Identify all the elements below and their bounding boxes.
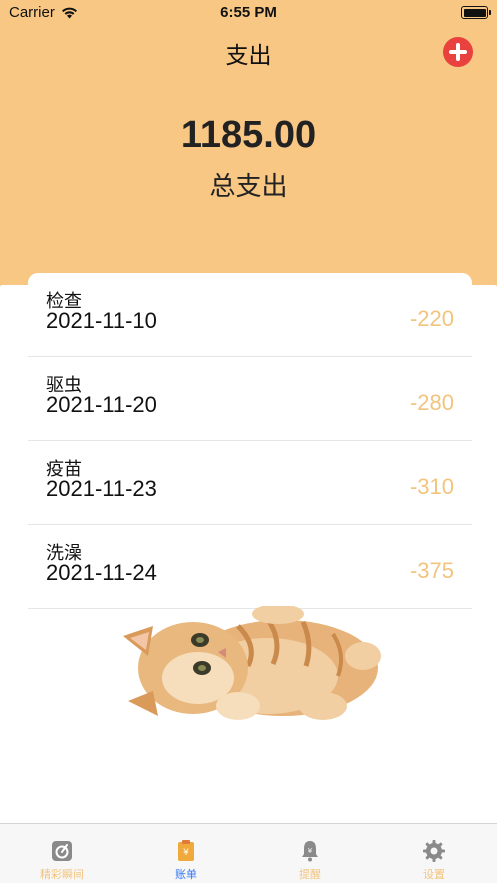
tab-bar: 精彩瞬间 ¥ 账单 ¥ 提醒 设置 [0,823,497,883]
tab-label: 账单 [175,868,197,881]
expense-date: 2021-11-10 [46,308,157,333]
total-expense-label: 总支出 [209,172,288,202]
status-bar: Carrier 6:55 PM [0,0,497,26]
kitten-image [123,606,381,720]
total-expense-amount: 1185.00 [180,114,317,156]
header-notch-left [0,272,30,286]
tab-label: 设置 [423,868,445,881]
expense-date: 2021-11-20 [46,392,157,417]
add-expense-button[interactable] [443,37,473,67]
camera-icon [52,841,72,861]
bell-icon: ¥ [302,841,318,862]
tab-settings[interactable]: 设置 [372,824,496,883]
tab-label: 精彩瞬间 [40,868,84,881]
tab-label: 提醒 [299,868,321,881]
expense-row[interactable]: 检查 2021-11-10 -220 [28,273,472,357]
battery-icon [461,6,491,19]
tab-moments[interactable]: 精彩瞬间 [0,824,124,883]
expense-amount: -280 [409,390,454,415]
page-title: 支出 [225,43,272,69]
expense-row[interactable]: 洗澡 2021-11-24 -375 [28,525,472,609]
expense-amount: -310 [409,474,454,499]
svg-text:¥: ¥ [308,847,313,855]
bill-icon: ¥ [178,840,194,861]
expense-date: 2021-11-23 [46,476,157,501]
status-time: 6:55 PM [220,4,277,21]
tab-reminders[interactable]: ¥ 提醒 [248,824,372,883]
expense-list: 检查 2021-11-10 -220 驱虫 2021-11-20 -280 疫苗… [28,273,472,609]
expense-row[interactable]: 驱虫 2021-11-20 -280 [28,357,472,441]
tab-bills[interactable]: ¥ 账单 [124,824,248,883]
expense-date: 2021-11-24 [46,560,157,585]
gear-icon [423,840,445,862]
expense-amount: -375 [409,558,454,583]
expense-amount: -220 [409,306,454,331]
expense-row[interactable]: 疫苗 2021-11-23 -310 [28,441,472,525]
svg-text:¥: ¥ [183,848,189,858]
